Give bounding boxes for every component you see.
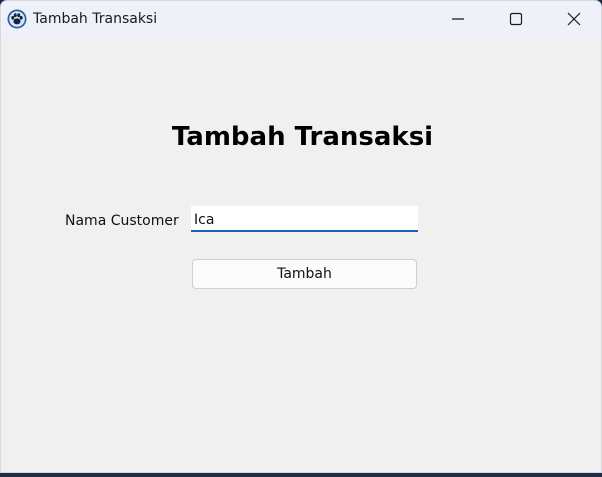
maximize-icon xyxy=(509,12,523,26)
minimize-button[interactable] xyxy=(429,1,487,37)
customer-name-input[interactable] xyxy=(191,206,418,232)
close-button[interactable] xyxy=(545,1,601,37)
page-title: Tambah Transaksi xyxy=(171,122,434,152)
maximize-button[interactable] xyxy=(487,1,545,37)
customer-name-label: Nama Customer xyxy=(65,213,179,229)
title-bar[interactable]: Tambah Transaksi xyxy=(1,1,601,37)
close-icon xyxy=(567,12,581,26)
paw-icon xyxy=(7,9,27,29)
window-title: Tambah Transaksi xyxy=(33,11,158,27)
minimize-icon xyxy=(452,18,464,20)
add-button[interactable]: Tambah xyxy=(192,259,417,289)
app-window: Tambah Transaksi Tambah Transaksi Nama C… xyxy=(0,0,602,473)
